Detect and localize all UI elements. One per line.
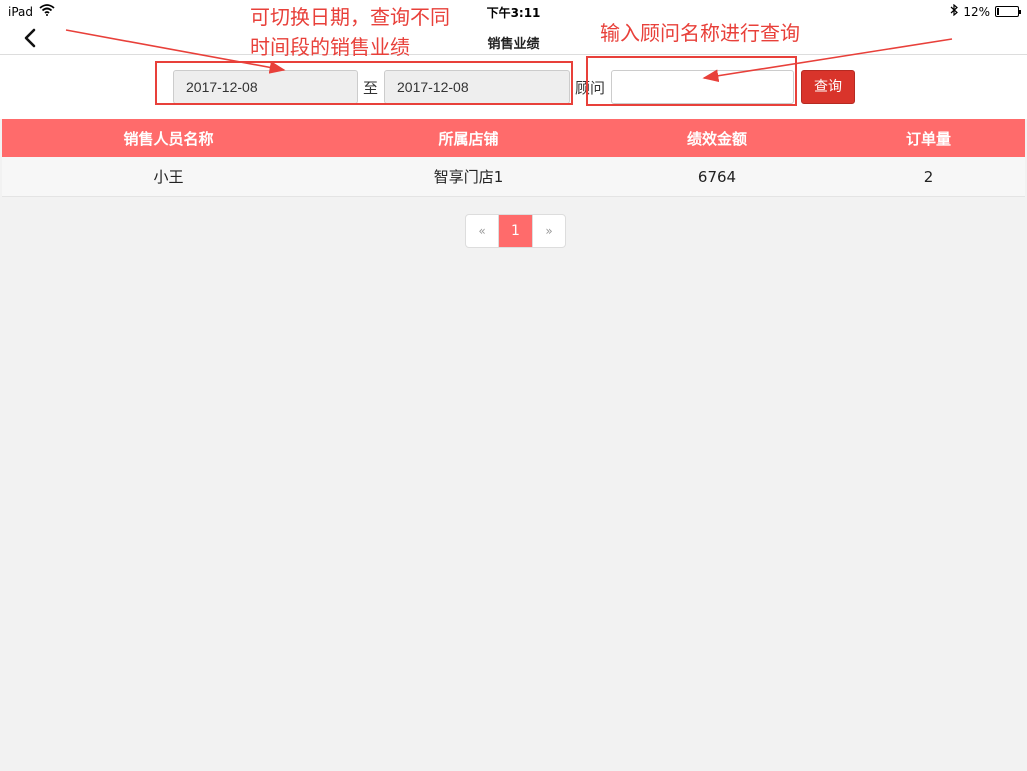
date-annotation-line-2: 时间段的销售业绩: [250, 35, 410, 59]
annotation-arrows: [65, 29, 953, 83]
date-annotation-line-1: 可切换日期，查询不同: [250, 5, 450, 29]
consultant-annotation: 输入顾问名称进行查询: [600, 21, 800, 45]
